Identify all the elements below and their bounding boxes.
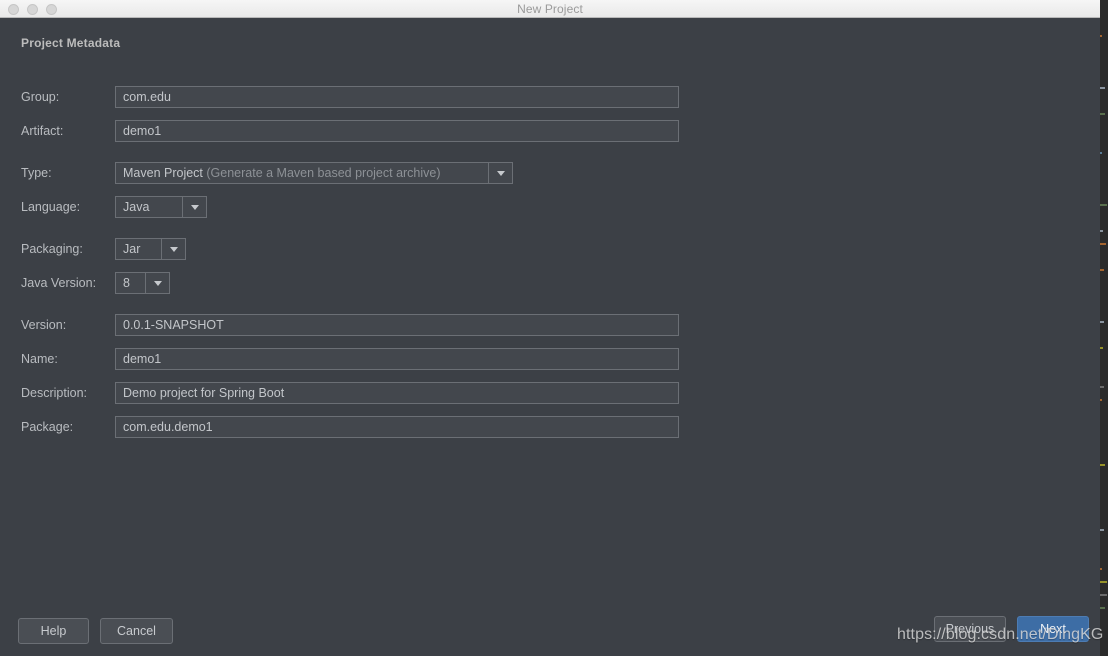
previous-button-label: Previous — [945, 622, 995, 636]
next-button[interactable]: Next — [1017, 616, 1089, 642]
dropdown[interactable]: Maven Project (Generate a Maven based pr… — [115, 162, 513, 184]
titlebar: New Project — [0, 0, 1100, 18]
text-input[interactable]: com.edu.demo1 — [115, 416, 679, 438]
chevron-down-icon[interactable] — [488, 163, 512, 183]
field-label: Version: — [21, 318, 67, 332]
background-editor-strip — [1100, 18, 1108, 656]
field-label: Language: — [21, 200, 81, 214]
field-label: Packaging: — [21, 242, 83, 256]
help-button[interactable]: Help — [18, 618, 89, 644]
text-input[interactable]: Demo project for Spring Boot — [115, 382, 679, 404]
form-row: Name: demo1 — [0, 348, 1100, 370]
dialog-body: Project Metadata Group: com.edu Artifact: d… — [0, 18, 1100, 656]
field-label: Description: — [21, 386, 87, 400]
cancel-button[interactable]: Cancel — [100, 618, 173, 644]
dropdown[interactable]: 8 — [115, 272, 170, 294]
dropdown-value-text: Maven Project — [123, 166, 203, 180]
next-button-label: Next — [1040, 622, 1066, 636]
chevron-down-icon[interactable] — [182, 197, 206, 217]
field-label: Name: — [21, 352, 58, 366]
new-project-dialog-window: New Project Project Metadata Group: com.e… — [0, 0, 1108, 656]
form-row: Type: Maven Project (Generate a Maven bas… — [0, 162, 1100, 184]
field-label: Artifact: — [21, 124, 64, 138]
dropdown-value-hint: (Generate a Maven based project archive) — [202, 166, 441, 180]
dropdown-value-text: Jar — [123, 242, 141, 256]
form-row: Package: com.edu.demo1 — [0, 416, 1100, 438]
section-title: Project Metadata — [21, 36, 121, 50]
cancel-button-label: Cancel — [117, 624, 156, 638]
window-title: New Project — [517, 2, 583, 16]
text-input[interactable]: 0.0.1-SNAPSHOT — [115, 314, 679, 336]
dropdown-value: 8 — [116, 273, 145, 293]
dropdown-value-text: Java — [123, 200, 150, 214]
dropdown[interactable]: Jar — [115, 238, 186, 260]
field-label: Package: — [21, 420, 74, 434]
text-input[interactable]: demo1 — [115, 120, 679, 142]
dropdown-value-text: 8 — [123, 276, 130, 290]
form-row: Language: Java — [0, 196, 1100, 218]
field-label: Group: — [21, 90, 60, 104]
dropdown[interactable]: Java — [115, 196, 207, 218]
chevron-down-icon[interactable] — [161, 239, 185, 259]
text-input[interactable]: com.edu — [115, 86, 679, 108]
form-row: Java Version: 8 — [0, 272, 1100, 294]
chevron-down-icon[interactable] — [145, 273, 169, 293]
field-label: Java Version: — [21, 276, 97, 290]
form-row: Group: com.edu — [0, 86, 1100, 108]
form-row: Packaging: Jar — [0, 238, 1100, 260]
dropdown-value: Jar — [116, 239, 161, 259]
help-button-label: Help — [40, 624, 67, 638]
text-input[interactable]: demo1 — [115, 348, 679, 370]
form-row: Artifact: demo1 — [0, 120, 1100, 142]
previous-button[interactable]: Previous — [934, 616, 1006, 642]
form-row: Description: Demo project for Spring Boot — [0, 382, 1100, 404]
dropdown-value: Maven Project (Generate a Maven based pr… — [116, 163, 488, 183]
field-label: Type: — [21, 166, 52, 180]
form-row: Version: 0.0.1-SNAPSHOT — [0, 314, 1100, 336]
dropdown-value: Java — [116, 197, 182, 217]
